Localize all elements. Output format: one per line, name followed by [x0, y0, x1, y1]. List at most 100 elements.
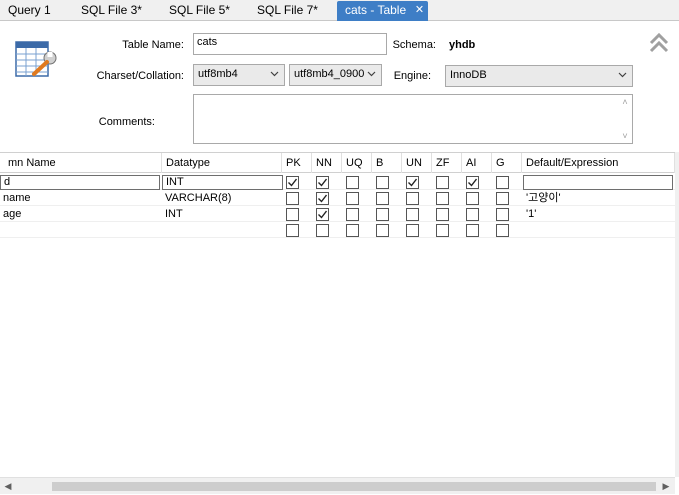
- header-column-name[interactable]: mn Name: [0, 153, 162, 173]
- checkbox-b[interactable]: [376, 224, 389, 237]
- checkbox-pk[interactable]: [286, 176, 299, 189]
- checkbox-nn[interactable]: [316, 224, 329, 237]
- comments-scrollbar[interactable]: ˄ ˅: [618, 95, 632, 143]
- charset-value: utf8mb4: [198, 68, 238, 80]
- header-g[interactable]: G: [492, 153, 522, 173]
- datatype-cell[interactable]: INT: [162, 175, 283, 190]
- checkbox-nn[interactable]: [316, 192, 329, 205]
- header-ai[interactable]: AI: [462, 153, 492, 173]
- checkbox-b[interactable]: [376, 192, 389, 205]
- right-edge: [675, 152, 679, 477]
- checkbox-uq[interactable]: [346, 176, 359, 189]
- schema-value: yhdb: [449, 39, 476, 51]
- default-expression-cell[interactable]: [523, 175, 673, 190]
- comments-textarea[interactable]: ˄ ˅: [193, 94, 633, 144]
- checkbox-ai[interactable]: [466, 224, 479, 237]
- tab-label: SQL File 3*: [81, 3, 142, 17]
- header-un[interactable]: UN: [402, 153, 432, 173]
- checkbox-zf[interactable]: [436, 208, 449, 221]
- column-name-cell[interactable]: age: [0, 206, 160, 222]
- checkbox-nn[interactable]: [316, 208, 329, 221]
- header-uq[interactable]: UQ: [342, 153, 372, 173]
- checkbox-un[interactable]: [406, 224, 419, 237]
- checkbox-un[interactable]: [406, 192, 419, 205]
- datatype-cell[interactable]: INT: [162, 206, 283, 222]
- charset-collation-label: Charset/Collation:: [96, 70, 184, 82]
- checkbox-uq[interactable]: [346, 208, 359, 221]
- checkbox-uq[interactable]: [346, 224, 359, 237]
- chevron-down-icon: [367, 71, 376, 77]
- chevron-down-icon: [270, 71, 279, 77]
- table-name-input[interactable]: cats: [193, 33, 387, 55]
- checkbox-ai[interactable]: [466, 192, 479, 205]
- datatype-cell[interactable]: [162, 222, 283, 238]
- checkbox-ai[interactable]: [466, 176, 479, 189]
- checkbox-uq[interactable]: [346, 192, 359, 205]
- default-expression-cell[interactable]: '고양이': [523, 190, 673, 206]
- checkbox-un[interactable]: [406, 208, 419, 221]
- default-expression-cell[interactable]: [523, 222, 673, 238]
- checkbox-g[interactable]: [496, 192, 509, 205]
- table-name-label: Table Name:: [122, 39, 184, 51]
- header-b[interactable]: B: [372, 153, 402, 173]
- datatype-cell[interactable]: VARCHAR(8): [162, 190, 283, 206]
- close-icon[interactable]: ✕: [414, 5, 425, 16]
- column-name-cell[interactable]: [0, 222, 160, 238]
- scrollbar-thumb[interactable]: [52, 482, 656, 491]
- header-default-expression[interactable]: Default/Expression: [522, 153, 675, 173]
- checkbox-pk[interactable]: [286, 192, 299, 205]
- header-datatype[interactable]: Datatype: [162, 153, 282, 173]
- engine-select[interactable]: InnoDB: [445, 65, 633, 87]
- tab-query-1[interactable]: Query 1: [0, 1, 64, 21]
- checkbox-b[interactable]: [376, 176, 389, 189]
- table-row[interactable]: name VARCHAR(8) '고양이': [0, 190, 675, 206]
- schema-label: Schema:: [392, 39, 436, 51]
- checkbox-zf[interactable]: [436, 192, 449, 205]
- default-expression-cell[interactable]: '1': [523, 206, 673, 222]
- checkbox-nn[interactable]: [316, 176, 329, 189]
- header-nn[interactable]: NN: [312, 153, 342, 173]
- tab-bar: Query 1 SQL File 3* SQL File 5* SQL File…: [0, 0, 679, 21]
- collation-value: utf8mb4_0900: [294, 68, 365, 80]
- comments-label: Comments:: [98, 116, 155, 128]
- checkmark-icon: [318, 194, 327, 203]
- charset-select[interactable]: utf8mb4: [193, 64, 285, 86]
- tab-cats-table[interactable]: cats - Table ✕: [337, 1, 428, 21]
- table-row[interactable]: age INT '1': [0, 206, 675, 222]
- scroll-down-arrow-icon[interactable]: ˅: [620, 131, 630, 141]
- table-row[interactable]: d INT: [0, 174, 675, 190]
- checkmark-icon: [288, 178, 297, 187]
- checkbox-zf[interactable]: [436, 224, 449, 237]
- scroll-up-arrow-icon[interactable]: ˄: [620, 97, 630, 107]
- column-name-cell[interactable]: d: [0, 175, 160, 190]
- checkbox-g[interactable]: [496, 224, 509, 237]
- column-name-cell[interactable]: name: [0, 190, 160, 206]
- engine-value: InnoDB: [450, 69, 487, 81]
- checkbox-g[interactable]: [496, 176, 509, 189]
- horizontal-scrollbar[interactable]: ◀ ▶: [0, 477, 675, 494]
- checkbox-ai[interactable]: [466, 208, 479, 221]
- header-zf[interactable]: ZF: [432, 153, 462, 173]
- checkmark-icon: [318, 178, 327, 187]
- scroll-left-arrow-icon[interactable]: ◀: [3, 481, 13, 491]
- tab-sql-file-3[interactable]: SQL File 3*: [73, 1, 153, 21]
- table-wrench-icon: [15, 41, 57, 77]
- header-pk[interactable]: PK: [282, 153, 312, 173]
- scroll-right-arrow-icon[interactable]: ▶: [661, 481, 671, 491]
- collation-select[interactable]: utf8mb4_0900: [289, 64, 382, 86]
- checkbox-pk[interactable]: [286, 224, 299, 237]
- tab-sql-file-7[interactable]: SQL File 7*: [249, 1, 329, 21]
- checkmark-icon: [318, 210, 327, 219]
- table-properties-form: Table Name: cats Schema: yhdb Charset/Co…: [0, 22, 679, 150]
- checkbox-pk[interactable]: [286, 208, 299, 221]
- tab-label: Query 1: [8, 3, 51, 17]
- checkbox-zf[interactable]: [436, 176, 449, 189]
- checkbox-un[interactable]: [406, 176, 419, 189]
- checkbox-b[interactable]: [376, 208, 389, 221]
- tab-label: SQL File 5*: [169, 3, 230, 17]
- tab-sql-file-5[interactable]: SQL File 5*: [161, 1, 241, 21]
- engine-label: Engine:: [393, 70, 431, 82]
- table-row[interactable]: [0, 222, 675, 238]
- checkbox-g[interactable]: [496, 208, 509, 221]
- double-chevron-up-icon[interactable]: [649, 32, 669, 54]
